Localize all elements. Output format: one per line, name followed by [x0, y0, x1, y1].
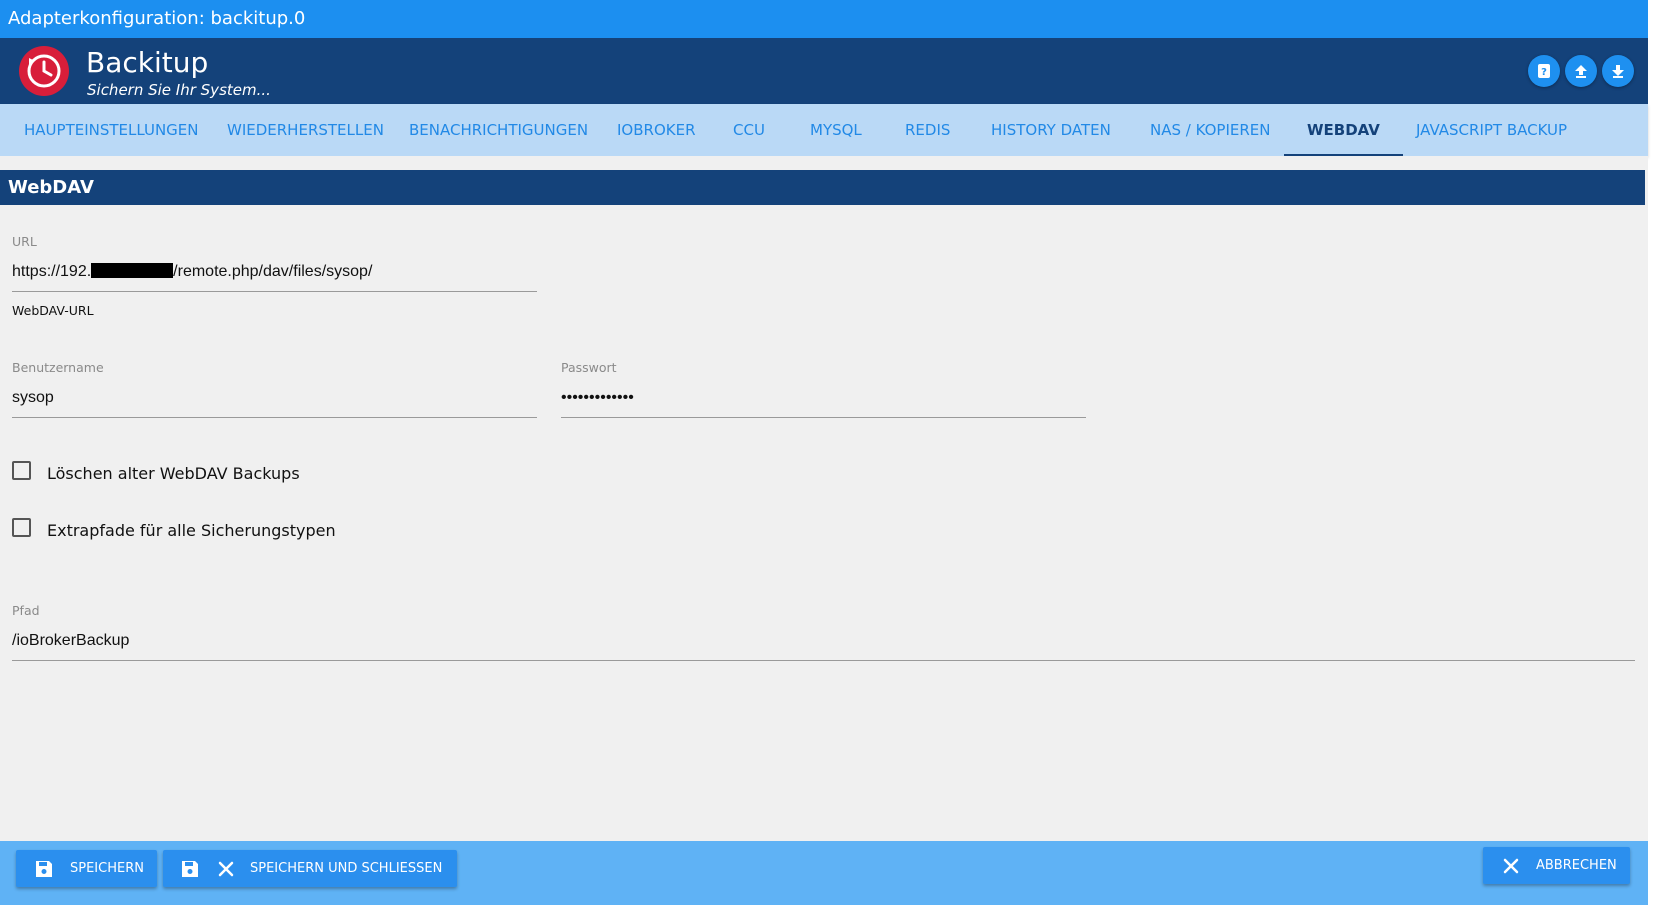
upload-config-button[interactable]: [1565, 55, 1597, 87]
tab-nas-kopieren[interactable]: NAS / KOPIEREN: [1150, 104, 1270, 156]
app-name: Backitup: [86, 46, 209, 79]
backitup-logo-icon: [19, 46, 69, 96]
tab-ccu[interactable]: CCU: [733, 104, 765, 156]
tab-mysql[interactable]: MYSQL: [810, 104, 862, 156]
tab-benachrichtigungen[interactable]: BENACHRICHTIGUNGEN: [409, 104, 588, 156]
redaction-bar: [91, 263, 174, 278]
password-label: Passwort: [561, 360, 617, 375]
path-field: Pfad: [12, 603, 1635, 661]
username-label: Benutzername: [12, 360, 104, 375]
tab-redis[interactable]: REDIS: [905, 104, 950, 156]
close-icon: [1503, 858, 1519, 874]
help-icon: ?: [1536, 63, 1552, 79]
tab-history-daten[interactable]: HISTORY DATEN: [991, 104, 1111, 156]
app-header: Backitup Sichern Sie Ihr System... ?: [0, 38, 1648, 104]
checkbox-box[interactable]: [12, 461, 31, 480]
extra-paths-checkbox[interactable]: Extrapfade für alle Sicherungstypen: [12, 515, 336, 540]
upload-icon: [1573, 63, 1589, 79]
download-config-button[interactable]: [1602, 55, 1634, 87]
delete-old-backups-checkbox[interactable]: Löschen alter WebDAV Backups: [12, 458, 300, 483]
delete-old-backups-label: Löschen alter WebDAV Backups: [47, 464, 300, 483]
save-button[interactable]: SPEICHERN: [16, 850, 157, 887]
save-icon: [180, 859, 200, 879]
username-field: Benutzername: [12, 360, 537, 418]
url-input[interactable]: https://192. /remote.php/dav/files/sysop/: [12, 249, 537, 292]
url-helper-text: WebDAV-URL: [12, 303, 94, 318]
path-input[interactable]: [12, 618, 1635, 661]
save-and-close-button[interactable]: SPEICHERN UND SCHLIESSEN: [163, 850, 457, 887]
password-input[interactable]: [561, 375, 1086, 418]
username-input[interactable]: [12, 375, 537, 418]
extra-paths-label: Extrapfade für alle Sicherungstypen: [47, 521, 336, 540]
window-title: Adapterkonfiguration: backitup.0: [8, 8, 306, 29]
tab-javascript-backup[interactable]: JAVASCRIPT BACKUP: [1416, 104, 1567, 156]
url-field: URL https://192. /remote.php/dav/files/sy…: [12, 234, 537, 318]
cancel-label: ABBRECHEN: [1536, 858, 1617, 873]
close-icon: [218, 861, 234, 877]
app-subtitle: Sichern Sie Ihr System...: [87, 81, 271, 99]
settings-panel: WebDAV URL https://192. /remote.php/dav/f…: [0, 156, 1648, 841]
tab-wiederherstellen[interactable]: WIEDERHERSTELLEN: [227, 104, 384, 156]
url-value-end: /remote.php/dav/files/sysop/: [173, 263, 373, 280]
download-icon: [1610, 63, 1626, 79]
tab-haupteinstellungen[interactable]: HAUPTEINSTELLUNGEN: [24, 104, 199, 156]
save-icon: [34, 859, 54, 879]
cancel-button[interactable]: ABBRECHEN: [1483, 847, 1630, 884]
section-header: WebDAV: [0, 170, 1645, 205]
save-and-close-label: SPEICHERN UND SCHLIESSEN: [250, 861, 443, 876]
window-title-bar: Adapterkonfiguration: backitup.0: [0, 0, 1648, 38]
action-bar: SPEICHERN SPEICHERN UND SCHLIESSEN ABBRE…: [0, 841, 1648, 905]
help-button[interactable]: ?: [1528, 55, 1560, 87]
path-label: Pfad: [12, 603, 40, 618]
tab-iobroker[interactable]: IOBROKER: [617, 104, 696, 156]
url-label: URL: [12, 234, 37, 249]
checkbox-box[interactable]: [12, 518, 31, 537]
password-field: Passwort: [561, 360, 1086, 418]
section-title: WebDAV: [8, 177, 94, 198]
svg-text:?: ?: [1541, 67, 1547, 78]
save-label: SPEICHERN: [70, 861, 144, 876]
url-value-start: https://192.: [12, 263, 92, 280]
tab-webdav[interactable]: WEBDAV: [1284, 104, 1403, 156]
tab-bar: HAUPTEINSTELLUNGEN WIEDERHERSTELLEN BENA…: [0, 104, 1648, 156]
